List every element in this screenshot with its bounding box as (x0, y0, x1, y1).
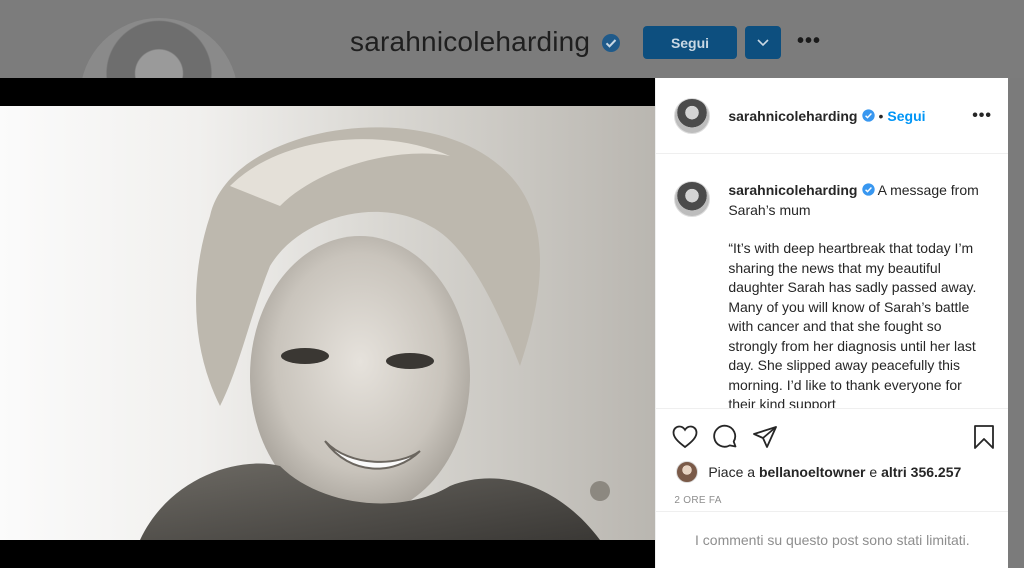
comments-limited-notice: I commenti su questo post sono stati lim… (656, 511, 1009, 568)
verified-badge-icon (601, 33, 621, 58)
likes-summary: Piace a bellanoeltowner e altri 356.257 (656, 453, 1008, 483)
comment-icon[interactable] (712, 424, 738, 450)
likes-connector: e (869, 464, 878, 480)
profile-more-icon[interactable]: ••• (797, 30, 821, 53)
caption-text: sarahnicoleharding A message from Sarah’… (728, 181, 990, 408)
post-timestamp[interactable]: 2 ORE FA (656, 483, 1008, 506)
chevron-down-icon (757, 34, 769, 52)
more-icon[interactable]: ••• (972, 107, 992, 125)
post-username[interactable]: sarahnicoleharding (728, 108, 857, 124)
profile-username: sarahnicoleharding (350, 26, 591, 57)
likes-user[interactable]: bellanoeltowner (759, 464, 866, 480)
post-actions: Piace a bellanoeltowner e altri 356.257 … (656, 408, 1009, 506)
bookmark-icon[interactable] (972, 424, 996, 450)
profile-follow-button[interactable]: Segui (643, 26, 737, 59)
share-icon[interactable] (752, 425, 778, 449)
verified-badge-icon (861, 182, 875, 196)
caption-body: “It’s with deep heartbreak that today I’… (728, 240, 981, 408)
likes-prefix: Piace a (708, 464, 756, 480)
post-modal: sarahnicoleharding • Segui ••• sarahnico… (0, 78, 1009, 568)
avatar[interactable] (674, 97, 711, 134)
profile-header: sarahnicoleharding Segui ••• (0, 0, 1024, 176)
page-scrollbar[interactable] (1008, 78, 1024, 568)
follow-button[interactable]: Segui (887, 108, 925, 124)
caption: sarahnicoleharding A message from Sarah’… (656, 155, 1008, 408)
verified-badge-icon (861, 109, 875, 122)
post-photo[interactable] (0, 106, 656, 540)
caption-avatar[interactable] (674, 181, 711, 217)
portrait-image (140, 127, 610, 540)
likes-others[interactable]: altri 356.257 (881, 464, 961, 480)
post-header: sarahnicoleharding • Segui ••• (656, 78, 1008, 154)
caption-scroll-area[interactable]: sarahnicoleharding A message from Sarah’… (656, 155, 1008, 408)
heart-icon[interactable] (672, 425, 698, 449)
post-side-panel: sarahnicoleharding • Segui ••• sarahnico… (655, 78, 1009, 568)
separator-dot: • (878, 107, 884, 124)
caption-username[interactable]: sarahnicoleharding (728, 182, 857, 198)
profile-suggestions-button[interactable] (745, 26, 781, 59)
post-media (0, 78, 656, 568)
action-icons (656, 409, 1008, 453)
liker-avatar[interactable] (676, 461, 699, 483)
